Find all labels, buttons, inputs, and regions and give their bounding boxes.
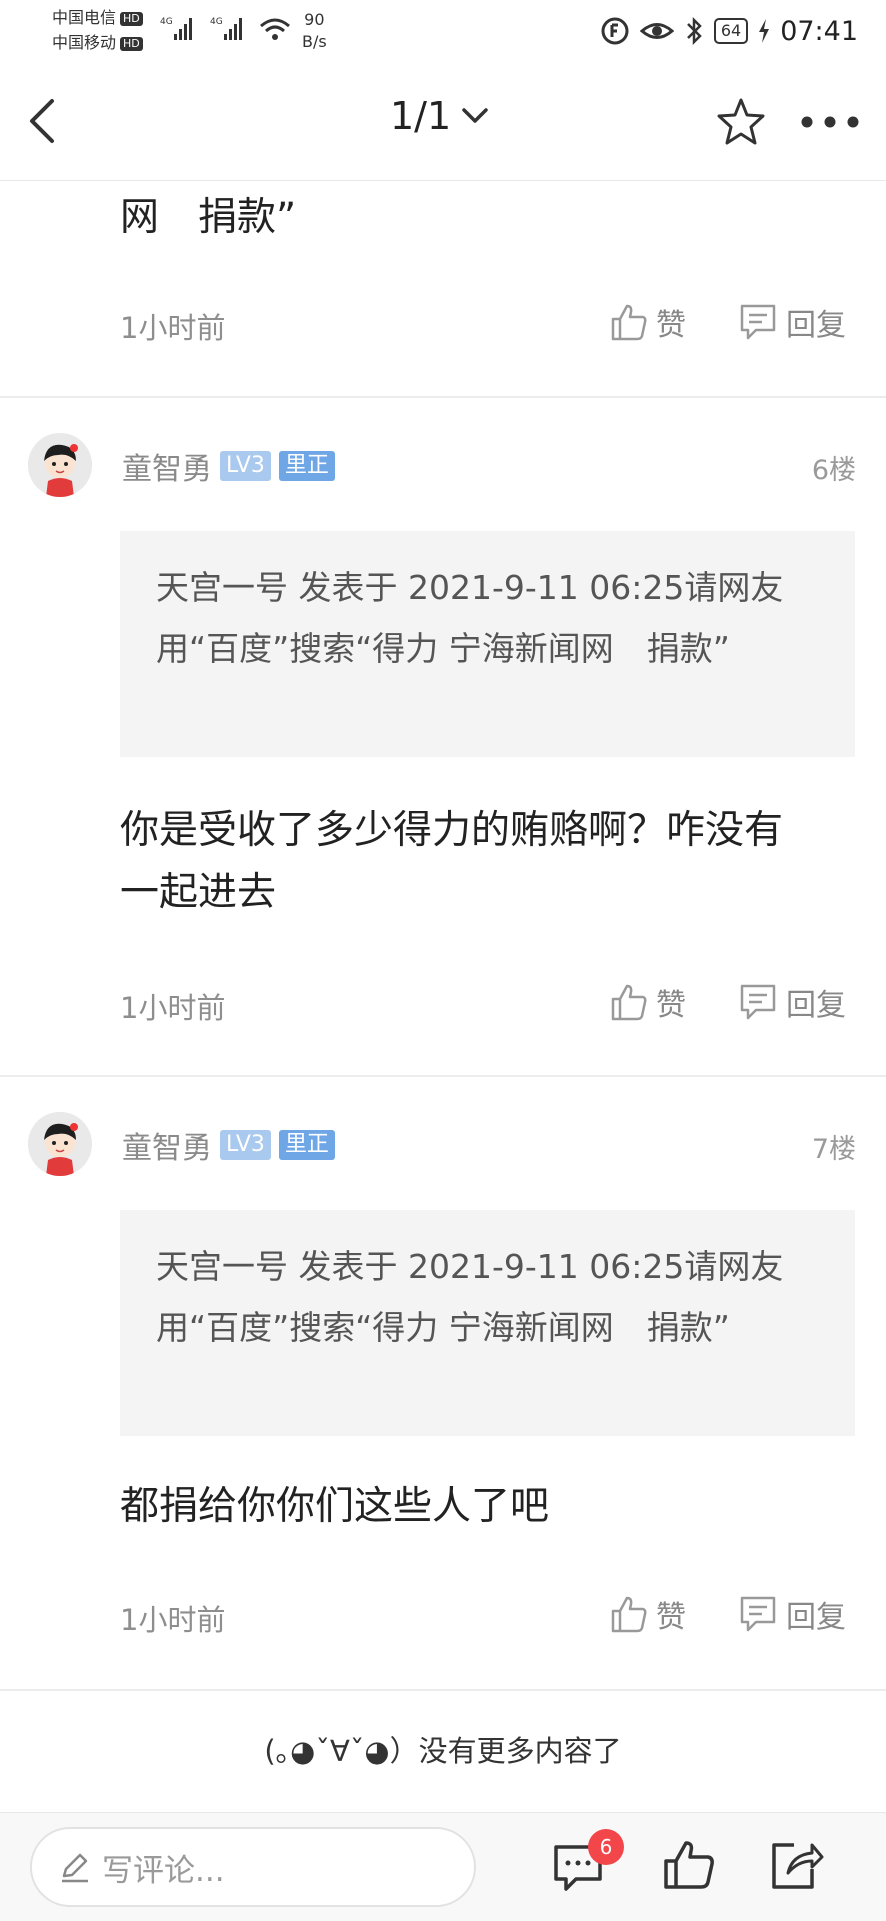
comment-time: 1小时前 [120,991,226,1025]
battery-indicator: 64 [713,18,749,44]
clock: 07:41 [780,15,858,47]
title-badge: 里正 [278,451,335,481]
username-row: 童智勇 LV3 里正 [122,444,335,488]
avatar[interactable] [28,1112,92,1176]
wifi-icon [260,18,290,40]
thumb-up-icon [611,984,647,1021]
quoted-text: 天宫一号 发表于 2021-9-11 06:25请网友用“百度”搜索“得力 宁海… [120,531,855,757]
level-badge: LV3 [220,451,271,481]
share-icon[interactable] [766,1835,826,1895]
svg-text:4G: 4G [210,17,223,27]
divider [0,1689,886,1691]
comment-text: 都捐给你你们这些人了吧 [120,1484,550,1529]
comment-text: 网 捐款” [120,195,297,240]
title-badge: 里正 [278,1130,335,1160]
page-selector[interactable]: 1/1 [390,94,489,138]
star-icon[interactable] [715,96,767,148]
avatar-image [28,1112,92,1176]
chevron-down-icon [462,108,488,123]
carrier-2: 中国移动 HD [52,33,143,53]
avatar-image [28,433,92,497]
write-comment-input[interactable]: 写评论... [30,1827,476,1907]
level-badge: LV3 [220,1130,271,1160]
reply-button[interactable]: 回复 [738,300,846,344]
quoted-text: 天宫一号 发表于 2021-9-11 06:25请网友用“百度”搜索“得力 宁海… [120,1210,855,1436]
like-button[interactable]: 赞 [610,980,686,1024]
svg-text:4G: 4G [160,17,173,27]
like-button[interactable]: 赞 [610,1592,686,1636]
username[interactable]: 童智勇 [122,444,212,488]
floor-number: 6楼 [811,455,856,486]
divider [0,396,886,398]
bottom-bar: 写评论... 6 [0,1812,886,1921]
status-bar: 中国电信 HD 中国移动 HD 4G 4G 90 B/s 64 07:41 [0,0,886,60]
comment-time: 1小时前 [120,311,226,345]
thumb-up-icon[interactable] [660,1835,720,1895]
reply-icon [740,1596,776,1632]
reply-button[interactable]: 回复 [738,980,846,1024]
reply-button[interactable]: 回复 [738,1592,846,1636]
page-indicator: 1/1 [390,94,452,138]
signal-icon: 4G [160,17,192,40]
data-saver-icon [601,17,629,45]
carrier-1: 中国电信 HD [52,8,143,28]
divider [0,1075,886,1077]
status-right: 64 07:41 [600,14,858,48]
thumb-up-icon [611,304,647,341]
reply-icon [740,304,776,340]
pencil-icon [62,1853,88,1883]
comment-count-badge: 6 [588,1829,624,1865]
write-comment-placeholder: 写评论... [102,1852,225,1889]
floor-number: 7楼 [811,1134,856,1165]
no-more-content: (｡◕ˇ∀ˇ◕）没有更多内容了 [264,1734,622,1768]
avatar[interactable] [28,433,92,497]
top-nav-bar: 1/1 [0,60,886,181]
reply-icon [740,984,776,1020]
comment-text: 你是受收了多少得力的贿赂啊？咋没有一起进去 [120,808,784,915]
network-speed: 90 B/s [302,10,327,51]
comment-time: 1小时前 [120,1603,226,1637]
username-row: 童智勇 LV3 里正 [122,1123,335,1167]
charging-icon [759,19,770,43]
more-icon[interactable] [800,115,860,129]
thumb-up-icon [611,1596,647,1633]
back-arrow-icon[interactable] [22,96,62,146]
like-button[interactable]: 赞 [610,300,686,344]
eye-icon [639,23,674,39]
signal-icon: 4G [210,17,242,40]
bluetooth-icon [686,16,702,46]
username[interactable]: 童智勇 [122,1123,212,1167]
